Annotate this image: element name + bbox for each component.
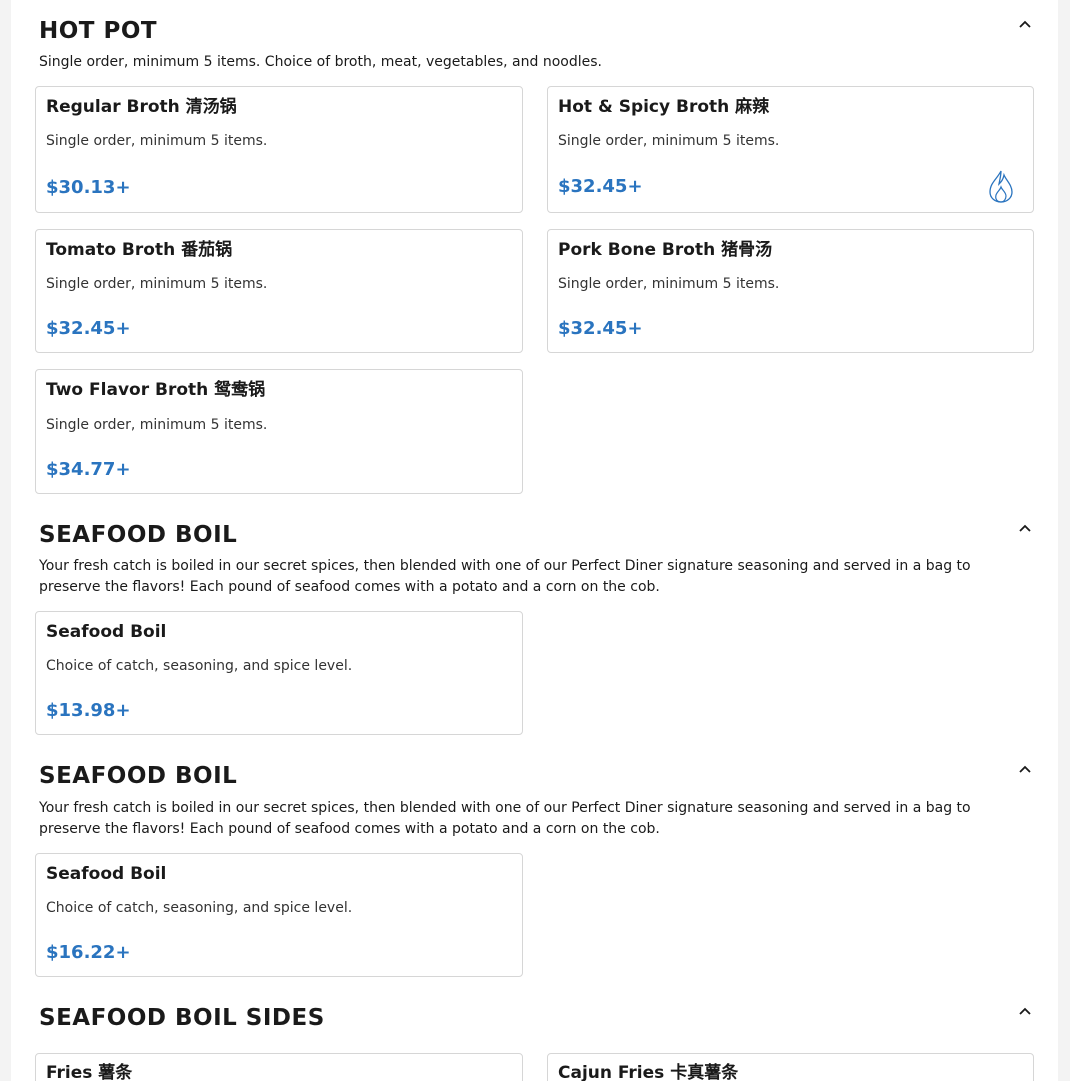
- item-description: Single order, minimum 5 items.: [46, 276, 268, 292]
- item-name: Tomato Broth 番茄锅: [46, 240, 233, 260]
- item-price: $32.45+: [558, 318, 643, 339]
- item-price: $16.22+: [46, 942, 131, 963]
- item-description: Single order, minimum 5 items.: [46, 417, 268, 433]
- flame-icon: [989, 170, 1013, 203]
- menu-item-card[interactable]: Regular Broth 清汤锅 Single order, minimum …: [35, 86, 523, 213]
- menu-item-card[interactable]: Fries 薯条: [35, 1053, 523, 1081]
- item-description: Single order, minimum 5 items.: [46, 133, 268, 149]
- chevron-up-icon[interactable]: [1018, 521, 1032, 535]
- item-name: Seafood Boil: [46, 622, 167, 642]
- item-description: Choice of catch, seasoning, and spice le…: [46, 900, 353, 916]
- chevron-up-icon[interactable]: [1018, 17, 1032, 31]
- menu-item-card[interactable]: Cajun Fries 卡真薯条: [547, 1053, 1034, 1081]
- item-name: Hot & Spicy Broth 麻辣: [558, 97, 770, 117]
- item-description: Single order, minimum 5 items.: [558, 133, 780, 149]
- item-name: Fries 薯条: [46, 1063, 133, 1081]
- section-title: HOT POT: [39, 18, 158, 44]
- item-name: Seafood Boil: [46, 864, 167, 884]
- item-name: Cajun Fries 卡真薯条: [558, 1063, 739, 1081]
- section-title: SEAFOOD BOIL: [39, 763, 238, 789]
- item-price: $32.45+: [558, 176, 643, 197]
- menu-page: HOT POT Single order, minimum 5 items. C…: [11, 0, 1058, 1081]
- item-price: $32.45+: [46, 318, 131, 339]
- section-title: SEAFOOD BOIL SIDES: [39, 1005, 325, 1031]
- item-name: Regular Broth 清汤锅: [46, 97, 237, 117]
- menu-item-card[interactable]: Seafood Boil Choice of catch, seasoning,…: [35, 853, 523, 977]
- item-name: Two Flavor Broth 鸳鸯锅: [46, 380, 266, 400]
- section-description: Single order, minimum 5 items. Choice of…: [39, 54, 602, 70]
- chevron-up-icon[interactable]: [1018, 762, 1032, 776]
- item-description: Choice of catch, seasoning, and spice le…: [46, 658, 353, 674]
- menu-item-card[interactable]: Seafood Boil Choice of catch, seasoning,…: [35, 611, 523, 735]
- item-price: $30.13+: [46, 177, 131, 198]
- chevron-up-icon[interactable]: [1018, 1004, 1032, 1018]
- section-description: Your fresh catch is boiled in our secret…: [39, 800, 971, 837]
- item-price: $13.98+: [46, 700, 131, 721]
- section-description: Your fresh catch is boiled in our secret…: [39, 558, 971, 595]
- menu-item-card[interactable]: Two Flavor Broth 鸳鸯锅 Single order, minim…: [35, 369, 523, 494]
- menu-item-card[interactable]: Pork Bone Broth 猪骨汤 Single order, minimu…: [547, 229, 1034, 353]
- menu-item-card[interactable]: Tomato Broth 番茄锅 Single order, minimum 5…: [35, 229, 523, 353]
- section-title: SEAFOOD BOIL: [39, 522, 238, 548]
- menu-item-card[interactable]: Hot & Spicy Broth 麻辣 Single order, minim…: [547, 86, 1034, 213]
- item-price: $34.77+: [46, 459, 131, 480]
- item-name: Pork Bone Broth 猪骨汤: [558, 240, 773, 260]
- item-description: Single order, minimum 5 items.: [558, 276, 780, 292]
